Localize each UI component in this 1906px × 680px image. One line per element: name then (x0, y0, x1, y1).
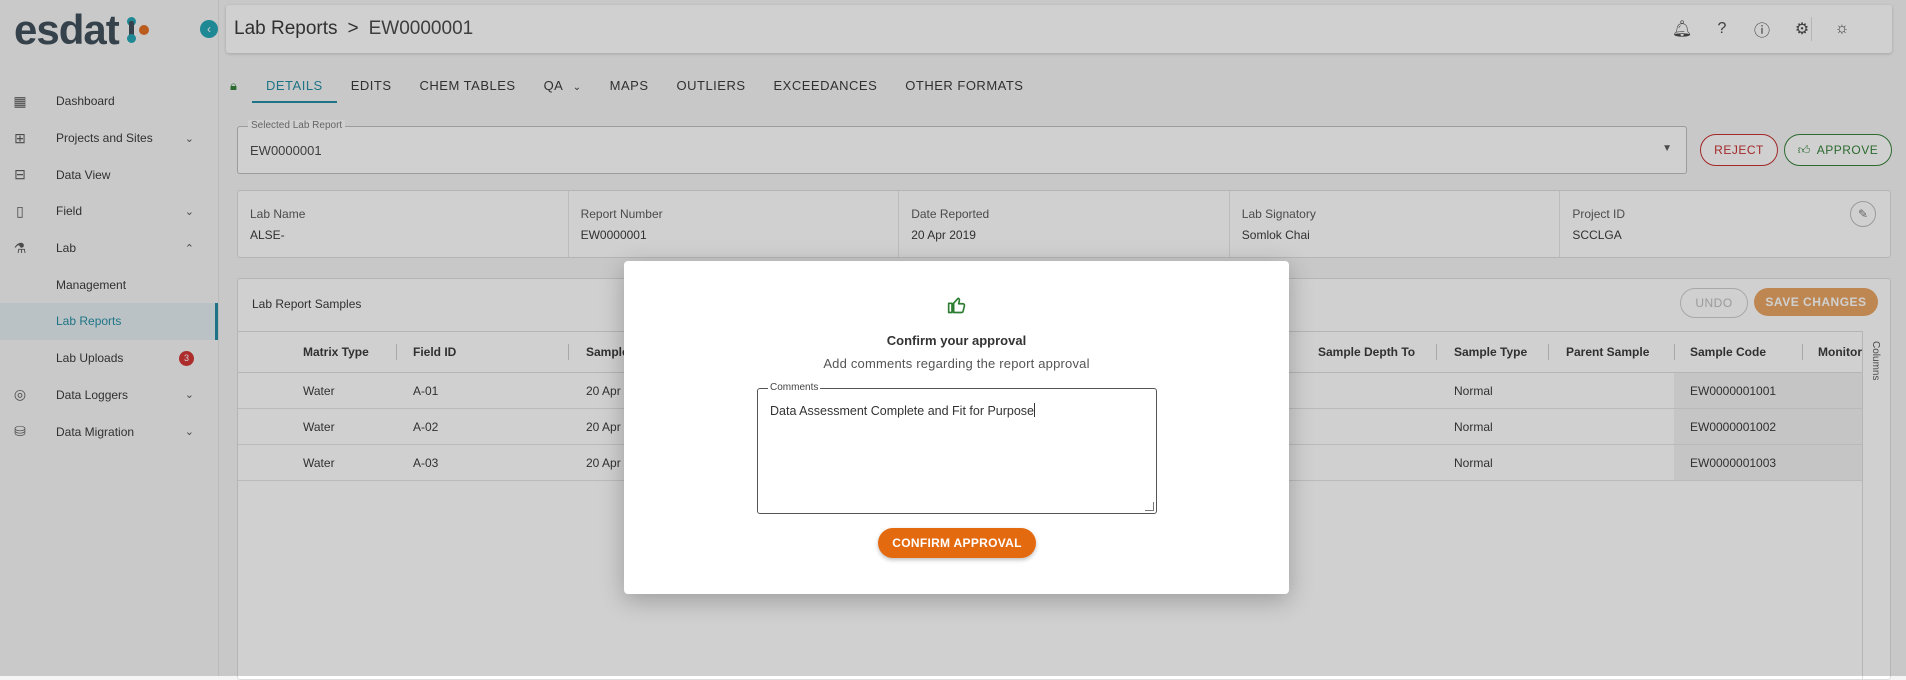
confirm-approval-button[interactable]: CONFIRM APPROVAL (878, 528, 1036, 558)
comments-value: Data Assessment Complete and Fit for Pur… (770, 404, 1035, 418)
comments-textarea[interactable]: Comments Data Assessment Complete and Fi… (757, 382, 1157, 514)
approval-dialog: Confirm your approval Add comments regar… (624, 261, 1289, 594)
comments-text: Data Assessment Complete and Fit for Pur… (770, 403, 1036, 418)
text-caret (1034, 403, 1036, 417)
confirm-label: CONFIRM APPROVAL (892, 536, 1022, 550)
app: esdat ‹ ▦ Dashboard ⊞ Projects and Sites… (0, 0, 1906, 680)
comments-label: Comments (768, 382, 821, 393)
thumb-up-icon (947, 297, 966, 314)
dialog-subtitle: Add comments regarding the report approv… (823, 356, 1090, 371)
resize-handle[interactable] (1145, 502, 1154, 511)
dialog-title: Confirm your approval (886, 333, 1027, 348)
